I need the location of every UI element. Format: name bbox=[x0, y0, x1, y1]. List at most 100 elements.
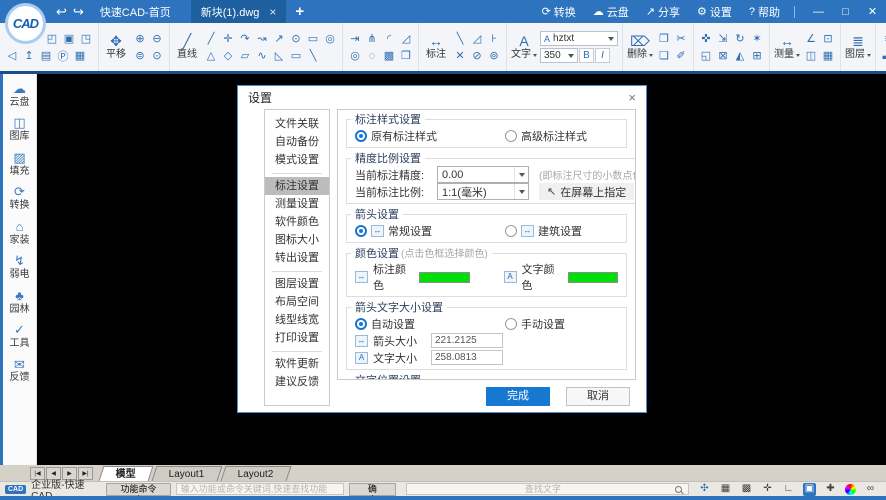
export-icon[interactable]: ↥ bbox=[21, 48, 37, 63]
sidebar-item-electrical[interactable]: ↯ 弱电 bbox=[10, 254, 30, 280]
pick-on-screen-button[interactable]: ↖ 在屏幕上指定 bbox=[539, 183, 634, 200]
point-icon[interactable]: ✛ bbox=[220, 31, 236, 46]
grid-display-icon[interactable]: ▦ bbox=[719, 483, 732, 496]
back-icon[interactable]: ◁ bbox=[4, 48, 20, 63]
ellipse-icon[interactable]: ◎ bbox=[322, 31, 338, 46]
help-button[interactable]: ? 帮助 bbox=[749, 4, 780, 20]
scale-icon[interactable]: ⇲ bbox=[715, 31, 731, 46]
crosshair-icon[interactable]: ✚ bbox=[824, 483, 837, 496]
move-icon[interactable]: ✜ bbox=[698, 31, 714, 46]
revcloud-icon[interactable]: ↝ bbox=[254, 31, 270, 46]
command-search-input[interactable] bbox=[176, 483, 344, 495]
sidebar-item-tools[interactable]: ✓ 工具 bbox=[10, 323, 30, 349]
sidebar-item-landscape[interactable]: ♣ 园林 bbox=[10, 289, 30, 315]
trapezoid-icon[interactable]: ◺ bbox=[271, 48, 287, 63]
image-export-icon[interactable]: ▦ bbox=[72, 48, 88, 63]
rectangle-icon[interactable]: ▭ bbox=[305, 31, 321, 46]
measure-table-icon[interactable]: ▦ bbox=[820, 48, 836, 63]
search-icon[interactable] bbox=[675, 486, 682, 493]
measure-angle-icon[interactable]: ∠ bbox=[803, 31, 819, 46]
settings-menu-item[interactable]: 建议反馈 bbox=[265, 373, 329, 391]
save-icon[interactable]: ▣ bbox=[61, 31, 77, 46]
radio-normal-arrow[interactable]: ↔ 常规设置 bbox=[355, 223, 505, 239]
sidebar-item-convert[interactable]: ⟳ 转换 bbox=[10, 185, 30, 211]
radio-architectural-arrow[interactable]: ↔ 建筑设置 bbox=[505, 223, 582, 239]
document-tab[interactable]: 快速CAD-首页 bbox=[90, 0, 191, 23]
copy-icon[interactable]: ❐ bbox=[656, 31, 672, 46]
pdf-icon[interactable]: Ⓟ bbox=[55, 48, 71, 63]
save-as-icon[interactable]: ◳ bbox=[78, 31, 94, 46]
settings-menu-item[interactable]: 文件关联 bbox=[265, 115, 329, 133]
settings-menu-item[interactable]: 自动备份 bbox=[265, 133, 329, 151]
fillet-icon[interactable]: ◜ bbox=[381, 31, 397, 46]
dim-color-swatch[interactable] bbox=[419, 272, 469, 283]
maximize-button[interactable]: □ bbox=[832, 0, 859, 23]
settings-menu-item[interactable]: 图标大小 bbox=[265, 231, 329, 249]
document-tab[interactable]: 新块(1).dwg × bbox=[191, 0, 287, 23]
settings-menu-item[interactable]: 模式设置 bbox=[265, 151, 329, 169]
color-wheel-icon[interactable] bbox=[845, 484, 856, 495]
ray-icon[interactable]: ╲ bbox=[305, 48, 321, 63]
settings-menu-item[interactable]: 软件颜色 bbox=[265, 213, 329, 231]
text-tool-button[interactable]: A 文字 bbox=[511, 34, 537, 60]
measure-tool-button[interactable]: ↔ 测量 bbox=[774, 34, 800, 60]
share-button[interactable]: ↗ 分享 bbox=[646, 4, 680, 20]
settings-menu-item[interactable]: 图层设置 bbox=[265, 275, 329, 293]
layout-tab[interactable]: Layout1 bbox=[152, 466, 222, 481]
ortho-mode-icon[interactable]: ∟ bbox=[782, 483, 795, 496]
settings-menu-item[interactable]: 线型线宽 bbox=[265, 311, 329, 329]
triangle-icon[interactable]: △ bbox=[203, 48, 219, 63]
erase-tool-button[interactable]: ⌦ 删除 bbox=[627, 34, 653, 60]
layer-tool-button[interactable]: ≣ 图层 bbox=[845, 34, 871, 60]
settings-menu-item[interactable]: 测量设置 bbox=[265, 195, 329, 213]
dim-linear-icon[interactable]: ⊦ bbox=[486, 31, 502, 46]
dim-aligned-icon[interactable]: ╲ bbox=[452, 31, 468, 46]
settings-menu-item[interactable]: 软件更新 bbox=[265, 355, 329, 373]
text-color-swatch[interactable] bbox=[568, 272, 618, 283]
dynamic-input-icon[interactable]: ▣ bbox=[803, 483, 816, 496]
precision-select[interactable]: 0.00 bbox=[437, 166, 529, 183]
bold-button[interactable]: B bbox=[579, 48, 594, 63]
trim-icon[interactable]: ⇥ bbox=[347, 31, 363, 46]
command-list-button[interactable]: 功能命令表 bbox=[106, 483, 170, 496]
extend-icon[interactable]: ⋔ bbox=[364, 31, 380, 46]
offset-icon[interactable]: ◎ bbox=[347, 48, 363, 63]
format-brush-icon[interactable]: ✐ bbox=[673, 48, 689, 63]
cloud-button[interactable]: ☁ 云盘 bbox=[593, 4, 629, 20]
drawing-canvas[interactable]: 设置 × 文件关联 自动备份 模式设置 标注设置 bbox=[37, 74, 886, 465]
paste-icon[interactable]: ❏ bbox=[656, 48, 672, 63]
stamp-icon[interactable]: ⊠ bbox=[715, 48, 731, 63]
sidebar-item-home-design[interactable]: ⌂ 家装 bbox=[10, 220, 30, 246]
sidebar-item-feedback[interactable]: ✉ 反馈 bbox=[10, 358, 30, 384]
chamfer-icon[interactable]: ◿ bbox=[398, 31, 414, 46]
zoom-in-icon[interactable]: ⊕ bbox=[132, 31, 148, 46]
print-icon[interactable]: ▤ bbox=[38, 48, 54, 63]
sidebar-item-hatch[interactable]: ▨ 填充 bbox=[10, 151, 30, 177]
sidebar-item-gallery[interactable]: ◫ 图库 bbox=[10, 116, 30, 142]
settings-menu-item[interactable]: 打印设置 bbox=[265, 329, 329, 347]
find-text-input[interactable] bbox=[411, 484, 675, 494]
radio-manual-size[interactable]: 手动设置 bbox=[505, 316, 565, 332]
explode-icon[interactable]: ✶ bbox=[749, 31, 765, 46]
line-icon[interactable]: ╱ bbox=[203, 31, 219, 46]
zoom-out-icon[interactable]: ⊖ bbox=[149, 31, 165, 46]
scale-select[interactable]: 1:1(毫米) bbox=[437, 183, 529, 200]
cancel-button[interactable]: 取消 bbox=[566, 387, 630, 406]
hatch-icon[interactable]: ▩ bbox=[381, 48, 397, 63]
snap-grid-icon[interactable]: ▩ bbox=[740, 483, 753, 496]
cut-icon[interactable]: ✂ bbox=[673, 31, 689, 46]
rotate-icon[interactable]: ↻ bbox=[732, 31, 748, 46]
settings-menu-item[interactable]: 布局空间 bbox=[265, 293, 329, 311]
parallelogram-icon[interactable]: ▱ bbox=[237, 48, 253, 63]
pan-tool-button[interactable]: ✥ 平移 bbox=[103, 34, 129, 60]
text-size-input[interactable] bbox=[431, 350, 503, 365]
dim-angular-icon[interactable]: ◿ bbox=[469, 31, 485, 46]
spline-icon[interactable]: ∿ bbox=[254, 48, 270, 63]
mirror-icon[interactable]: ◭ bbox=[732, 48, 748, 63]
minimize-button[interactable]: — bbox=[805, 0, 832, 23]
radio-advanced-style[interactable]: 高级标注样式 bbox=[505, 128, 587, 144]
polygon-icon[interactable]: ◇ bbox=[220, 48, 236, 63]
line-tool-button[interactable]: ╱ 直线 bbox=[174, 34, 200, 60]
dimension-tool-button[interactable]: ↔ 标注 bbox=[423, 34, 449, 60]
rectangle2-icon[interactable]: ▭ bbox=[288, 48, 304, 63]
